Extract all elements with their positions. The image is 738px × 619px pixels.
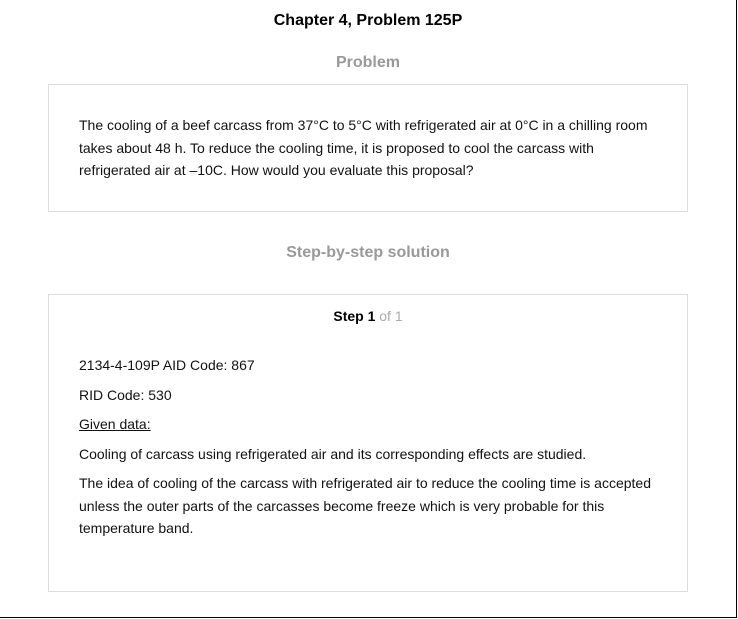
step-header: Step 1 of 1	[49, 308, 687, 324]
solution-box: Step 1 of 1 2134-4-109P AID Code: 867 RI…	[48, 294, 688, 592]
aid-code-line: 2134-4-109P AID Code: 867	[79, 357, 255, 373]
solution-paragraph: The idea of cooling of the carcass with …	[79, 475, 651, 536]
solution-paragraph: Cooling of carcass using refrigerated ai…	[79, 446, 587, 462]
rid-code-line: RID Code: 530	[79, 387, 172, 403]
step-label: Step 1	[333, 308, 376, 324]
problem-heading: Problem	[335, 54, 400, 71]
step-of-label: of 1	[379, 308, 403, 324]
solution-heading: Step-by-step solution	[286, 244, 450, 261]
page: Chapter 4, Problem 125P Problem The cool…	[0, 0, 737, 618]
problem-box: The cooling of a beef carcass from 37°C …	[48, 84, 688, 212]
problem-text: The cooling of a beef carcass from 37°C …	[79, 117, 648, 178]
given-data-label: Given data:	[79, 416, 151, 432]
chapter-title: Chapter 4, Problem 125P	[273, 12, 463, 29]
